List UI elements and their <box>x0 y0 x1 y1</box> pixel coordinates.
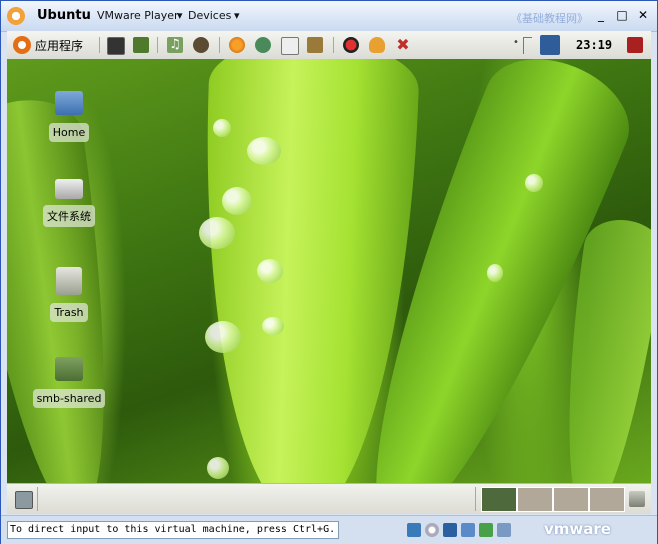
gnome-top-panel: 应用程序 ♫ ✖ • 23:19 <box>7 31 651 60</box>
music-icon[interactable]: ♫ <box>167 37 183 53</box>
desktop-icon-smb-shared[interactable]: smb-shared <box>29 357 109 408</box>
devices-dropdown-arrow-icon[interactable]: ▾ <box>177 9 183 22</box>
harddisk-icon <box>55 179 83 199</box>
workspace-3[interactable] <box>553 487 589 512</box>
water-drop <box>487 264 503 282</box>
display-icon[interactable] <box>497 523 511 537</box>
workspace-4[interactable] <box>589 487 625 512</box>
trash-applet-icon[interactable] <box>629 491 645 507</box>
water-drop <box>262 317 284 335</box>
notification-area-icon: • <box>513 37 519 48</box>
ubuntu-logo-icon <box>13 36 31 54</box>
desktop-area[interactable]: Home 文件系统 Trash smb-shared <box>7 59 651 483</box>
usb-device-icon[interactable] <box>461 523 475 537</box>
window-title: Ubuntu <box>37 8 91 23</box>
menu-devices[interactable]: Devices <box>188 9 231 22</box>
panel-separator <box>219 37 220 53</box>
applications-menu[interactable]: 应用程序 <box>13 36 83 54</box>
panel-separator <box>475 487 476 511</box>
close-app-icon[interactable]: ✖ <box>395 37 411 53</box>
workspace-2[interactable] <box>517 487 553 512</box>
vmware-status-bar: To direct input to this virtual machine,… <box>1 515 657 544</box>
window-titlebar[interactable]: Ubuntu VMware Player ▾ Devices ▾ 《基础教程网》… <box>1 1 657 32</box>
maximize-button[interactable]: □ <box>614 7 630 23</box>
water-drop <box>205 321 241 353</box>
home-folder-icon <box>55 91 83 115</box>
folder-icon[interactable] <box>133 37 149 53</box>
water-drop <box>199 217 235 249</box>
desktop-icon-label: Trash <box>50 303 88 322</box>
logout-icon[interactable] <box>627 37 643 53</box>
terminal-icon[interactable] <box>107 37 125 55</box>
media-icon[interactable] <box>343 37 359 53</box>
close-button[interactable]: ✕ <box>635 7 651 23</box>
network-adapter-icon[interactable] <box>407 523 421 537</box>
panel-separator <box>157 37 158 53</box>
vmware-logo: vmware <box>544 520 611 538</box>
water-drop <box>525 174 543 192</box>
show-desktop-icon[interactable] <box>15 491 33 509</box>
workspace-1[interactable] <box>481 487 517 512</box>
panel-separator <box>99 37 100 53</box>
game-icon[interactable] <box>369 37 385 53</box>
desktop-icon-label: 文件系统 <box>43 205 95 227</box>
water-drop <box>213 119 231 137</box>
text-editor-icon[interactable] <box>281 37 299 55</box>
menu-vmware-player[interactable]: VMware Player <box>97 9 179 22</box>
status-hint-text: To direct input to this virtual machine,… <box>7 521 339 539</box>
desktop-icon-filesystem[interactable]: 文件系统 <box>29 179 109 227</box>
minimize-button[interactable]: _ <box>593 7 609 23</box>
network-icon[interactable] <box>255 37 271 53</box>
vmware-player-window: Ubuntu VMware Player ▾ Devices ▾ 《基础教程网》… <box>0 0 658 544</box>
network-disconnected-icon[interactable] <box>540 35 560 55</box>
desktop-icon-trash[interactable]: Trash <box>29 267 109 322</box>
folder-icon <box>55 357 83 381</box>
vmware-app-icon <box>7 7 25 25</box>
sound-juicer-icon[interactable] <box>193 37 209 53</box>
archive-icon[interactable] <box>307 37 323 53</box>
gnome-bottom-panel <box>7 483 651 514</box>
chevron-down-icon[interactable]: ▾ <box>234 9 240 22</box>
desktop-icon-home[interactable]: Home <box>29 91 109 142</box>
water-drop <box>207 457 229 479</box>
floppy-icon[interactable] <box>443 523 457 537</box>
sound-card-icon[interactable] <box>479 523 493 537</box>
watermark-text: 《基础教程网》 <box>511 12 588 25</box>
desktop-icon-label: smb-shared <box>32 389 106 408</box>
panel-handle-icon[interactable] <box>523 37 532 54</box>
water-drop <box>257 259 283 283</box>
water-drop <box>222 187 252 215</box>
panel-clock[interactable]: 23:19 <box>576 38 612 52</box>
desktop-icon-label: Home <box>48 123 90 142</box>
trash-icon <box>56 267 82 295</box>
firefox-icon[interactable] <box>229 37 245 53</box>
panel-separator <box>333 37 334 53</box>
panel-separator <box>37 487 38 511</box>
applications-menu-label: 应用程序 <box>35 38 84 53</box>
cd-rom-icon[interactable] <box>425 523 439 537</box>
water-drop <box>247 137 281 165</box>
